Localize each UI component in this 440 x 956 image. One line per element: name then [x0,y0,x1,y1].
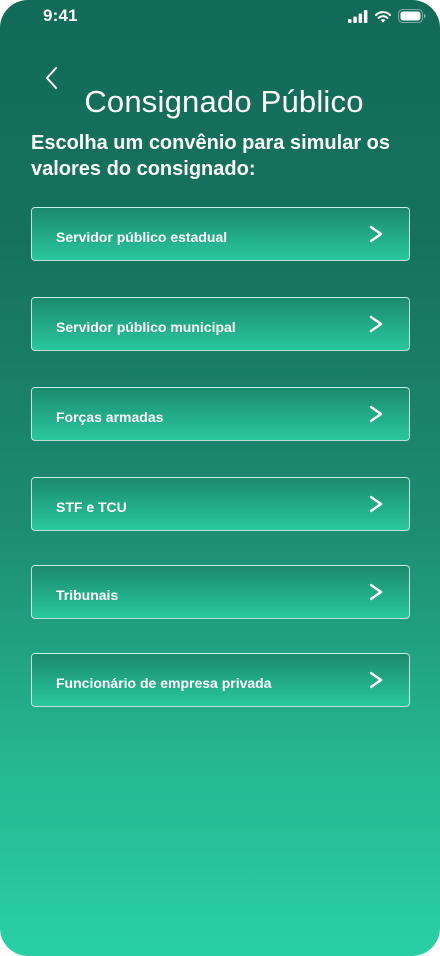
option-empresa-privada[interactable]: Funcionário de empresa privada [31,653,410,707]
option-label: Tribunais [56,587,119,603]
status-bar: 9:41 [0,0,440,34]
option-label: STF e TCU [56,499,127,515]
chevron-right-icon [369,405,383,423]
chevron-right-icon [369,583,383,601]
chevron-right-icon [369,315,383,333]
signal-icon [348,9,368,28]
option-label: Servidor público municipal [56,319,236,335]
battery-icon [398,9,426,28]
wifi-icon [374,10,392,28]
option-servidor-municipal[interactable]: Servidor público municipal [31,297,410,351]
page-subtitle: Escolha um convênio para simular os valo… [31,132,391,180]
option-servidor-estadual[interactable]: Servidor público estadual [31,207,410,261]
option-label: Funcionário de empresa privada [56,675,272,691]
app-screen: 9:41 Consignado Público Escolha um convê… [0,0,440,956]
chevron-right-icon [369,671,383,689]
option-label: Forças armadas [56,409,164,425]
status-icons [348,9,426,28]
page-title: Consignado Público [84,84,364,119]
chevron-right-icon [369,495,383,513]
status-time: 9:41 [43,6,78,25]
option-label: Servidor público estadual [56,229,228,245]
option-tribunais[interactable]: Tribunais [31,565,410,619]
option-forcas-armadas[interactable]: Forças armadas [31,387,410,441]
chevron-right-icon [369,225,383,243]
option-stf-tcu[interactable]: STF e TCU [31,477,410,531]
